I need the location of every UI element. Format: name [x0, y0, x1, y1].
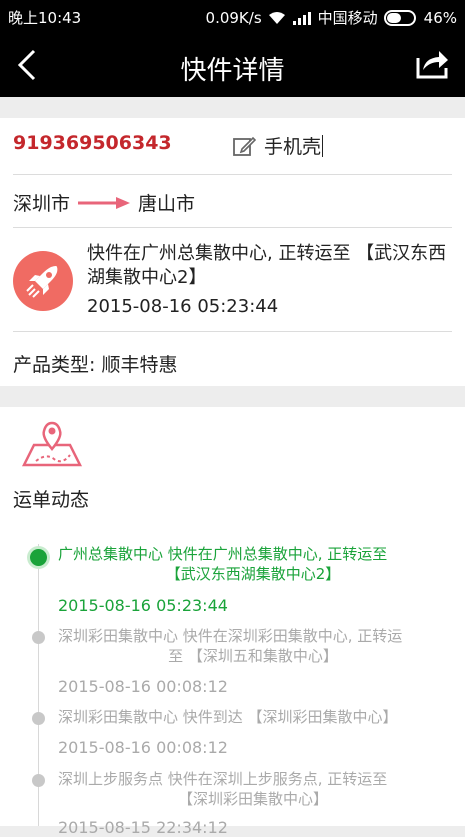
note-field[interactable]: 手机壳 [232, 132, 324, 159]
event-desc-line2: 【武汉东西湖集散中心2】 [165, 565, 341, 583]
event-time: 2015-08-16 05:23:44 [58, 596, 228, 615]
network-speed: 0.09K/s [205, 8, 262, 27]
event-time: 2015-08-16 00:08:12 [58, 738, 228, 757]
timeline-dot-active [30, 549, 47, 566]
product-type: 产品类型: 顺丰特惠 [13, 354, 178, 376]
timeline-dot [32, 712, 45, 725]
timeline-event: 深圳上步服务点 快件在深圳上步服务点, 正转运至 【深圳彩田集散中心】 [58, 769, 448, 809]
event-desc-line1: 深圳彩田集散中心 快件在深圳彩田集散中心, 正转运 [58, 627, 403, 645]
battery-icon [383, 9, 416, 26]
status-time: 晚上10:43 [8, 9, 82, 27]
route-arrow-icon [78, 196, 131, 209]
timeline-event: 广州总集散中心 快件在广州总集散中心, 正转运至 【武汉东西湖集散中心2】 [58, 544, 448, 584]
map-pin-icon [21, 421, 83, 467]
timeline-event: 深圳彩田集散中心 快件在深圳彩田集散中心, 正转运 至 【深圳五和集散中心】 [58, 626, 448, 666]
carrier-name: 中国移动 [317, 9, 378, 27]
event-desc-line1: 深圳上步服务点 快件在深圳上步服务点, 正转运至 [58, 770, 388, 788]
event-desc-line2: 至 【深圳五和集散中心】 [168, 647, 338, 665]
latest-status-time: 2015-08-16 05:23:44 [87, 296, 279, 317]
note-text: 手机壳 [264, 136, 322, 158]
route: 深圳市 唐山市 [13, 189, 452, 216]
timeline-dot [32, 631, 45, 644]
rocket-icon [13, 251, 73, 311]
shipment-card: 919369506343 手机壳 深圳市 唐山市 快件在广州总集散中心, 正转运… [0, 118, 465, 386]
divider [13, 227, 452, 228]
event-desc-line2: 【深圳彩田集散中心】 [177, 790, 328, 808]
status-right: 0.09K/s 中国移动 46% [206, 7, 457, 28]
share-icon[interactable] [415, 46, 449, 80]
event-desc-line1: 深圳彩田集散中心 快件到达 【深圳彩田集散中心】 [58, 708, 398, 726]
timeline-event: 深圳彩田集散中心 快件到达 【深圳彩田集散中心】 [58, 707, 448, 727]
section-title: 运单动态 [13, 489, 90, 511]
status-bar: 晚上10:43 0.09K/s 中国移动 46% [0, 0, 465, 33]
divider [13, 331, 452, 332]
battery-level: 46% [423, 8, 457, 27]
event-desc-line1: 广州总集散中心 快件在广州总集散中心, 正转运至 [58, 545, 388, 563]
signal-icon [292, 11, 311, 25]
to-city: 唐山市 [138, 193, 196, 215]
divider [13, 174, 452, 175]
event-time: 2015-08-15 22:34:12 [58, 818, 228, 837]
wifi-icon [268, 11, 285, 24]
tracking-card: 运单动态 广州总集散中心 快件在广州总集散中心, 正转运至 【武汉东西湖集散中心… [0, 407, 465, 837]
from-city: 深圳市 [13, 193, 71, 215]
event-time: 2015-08-16 00:08:12 [58, 677, 228, 696]
timeline-dot [32, 774, 45, 787]
latest-status-text: 快件在广州总集散中心, 正转运至 【武汉东西湖集散中心2】 [87, 243, 447, 288]
edit-icon[interactable] [232, 134, 256, 158]
text-cursor [322, 134, 324, 157]
title-bar: 快件详情 [0, 33, 465, 97]
page-title: 快件详情 [180, 56, 285, 86]
